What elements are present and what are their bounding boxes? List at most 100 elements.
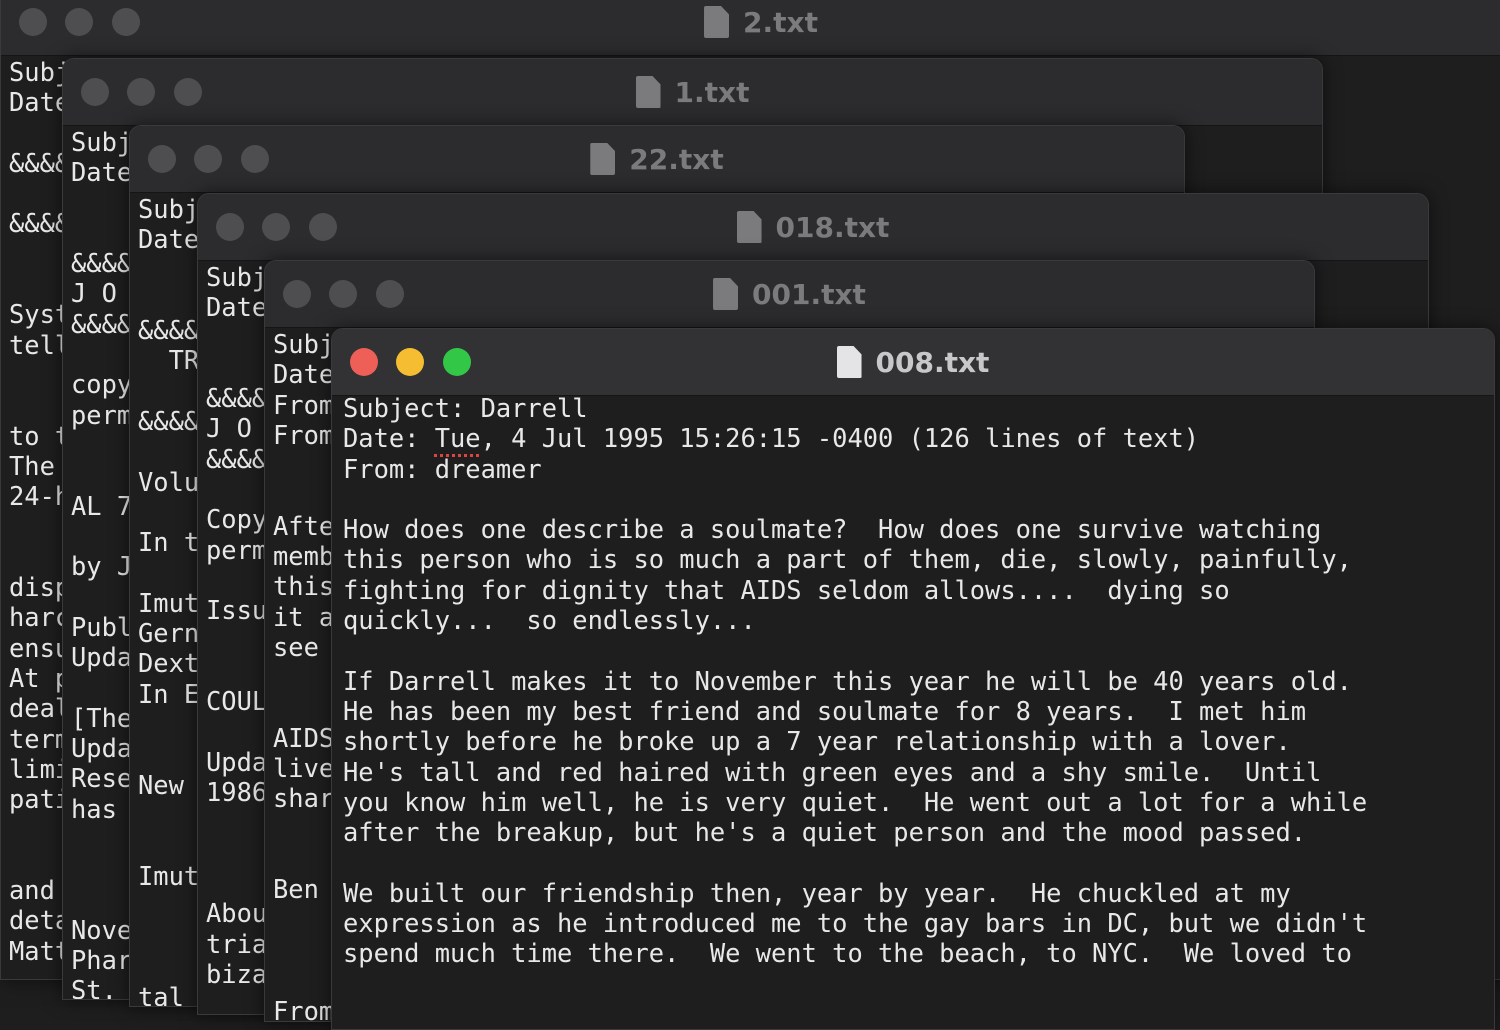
text-line: From bbox=[273, 419, 335, 450]
text-line: Matt bbox=[9, 935, 71, 966]
text-line: &&&& bbox=[138, 406, 200, 437]
text-line: AIDS bbox=[273, 722, 335, 753]
document-icon bbox=[713, 278, 739, 310]
text-line: Upda bbox=[71, 732, 133, 763]
text-line: biza bbox=[206, 958, 268, 989]
text-line: deal bbox=[9, 693, 71, 724]
titlebar[interactable]: 1.txt bbox=[63, 59, 1322, 126]
text-line: to t bbox=[9, 420, 71, 451]
date-value: , 4 Jul 1995 15:26:15 -0400 (126 lines o… bbox=[480, 423, 1200, 454]
text-line: Date bbox=[138, 224, 200, 255]
paragraph-1: How does one describe a soulmate? How do… bbox=[343, 514, 1352, 636]
text-line: &&&& bbox=[206, 443, 268, 474]
titlebar[interactable]: 008.txt bbox=[332, 329, 1494, 396]
text-line: &&&& bbox=[206, 383, 268, 414]
text-line: Ben bbox=[273, 874, 319, 905]
text-line: Imut bbox=[138, 860, 200, 891]
text-line: Issu bbox=[206, 595, 268, 626]
window-title-label: 1.txt bbox=[674, 75, 750, 109]
text-line: shar bbox=[273, 783, 335, 814]
text-line: The bbox=[9, 450, 55, 481]
paragraph-3: We built our friendship then, year by ye… bbox=[343, 877, 1368, 969]
text-line: tell bbox=[9, 329, 71, 360]
text-line: term bbox=[9, 723, 71, 754]
text-line: &&&& bbox=[71, 248, 133, 279]
text-line: Nove bbox=[71, 914, 133, 945]
window-title: 008.txt bbox=[332, 329, 1494, 395]
text-line: St. bbox=[71, 975, 117, 1000]
paragraph-2: If Darrell makes it to November this yea… bbox=[343, 665, 1368, 848]
text-line: Copy bbox=[206, 504, 268, 535]
text-content[interactable]: Subject: Darrell Date: Tue, 4 Jul 1995 1… bbox=[343, 393, 1494, 1029]
text-line: Date bbox=[71, 157, 133, 188]
text-line: has bbox=[71, 793, 117, 824]
text-line: Afte bbox=[273, 510, 335, 541]
text-line: Subj bbox=[9, 57, 71, 87]
text-line: limi bbox=[9, 753, 71, 784]
text-line: From bbox=[273, 389, 335, 420]
text-line: harc bbox=[9, 602, 71, 633]
text-line: tria bbox=[206, 928, 268, 959]
document-icon bbox=[836, 346, 862, 378]
text-line: &&&& bbox=[71, 308, 133, 339]
text-line: 24-h bbox=[9, 481, 71, 512]
window-title: 2.txt bbox=[1, 0, 1500, 55]
text-line: perm bbox=[206, 534, 268, 565]
window-title-label: 2.txt bbox=[743, 5, 818, 39]
from-label: From: bbox=[343, 453, 435, 484]
text-line: copy bbox=[71, 369, 133, 400]
text-line: [The bbox=[71, 702, 133, 733]
text-line: disp bbox=[9, 572, 71, 603]
text-line: Phar bbox=[71, 945, 133, 976]
text-line: &&&& bbox=[9, 147, 71, 178]
text-line: live bbox=[273, 753, 335, 784]
text-line: Gern bbox=[138, 618, 200, 649]
subject-value: Darrell bbox=[480, 393, 588, 423]
text-line: memb bbox=[273, 541, 335, 572]
window-008-txt[interactable]: 008.txt Subject: Darrell Date: Tue, 4 Ju… bbox=[331, 328, 1495, 1030]
window-title-label: 001.txt bbox=[752, 277, 866, 311]
text-line: Subj bbox=[138, 194, 200, 224]
text-line: New bbox=[138, 769, 184, 800]
text-line: ensu bbox=[9, 632, 71, 663]
text-line: From bbox=[273, 995, 335, 1022]
text-line: and bbox=[9, 875, 55, 906]
text-line: Syst bbox=[9, 299, 71, 330]
document-icon bbox=[736, 211, 762, 243]
text-line: Dext bbox=[138, 648, 200, 679]
document-icon bbox=[635, 76, 661, 108]
date-label: Date: bbox=[343, 423, 435, 454]
text-line: Subj bbox=[206, 262, 268, 292]
spellcheck-word[interactable]: Tue bbox=[435, 423, 481, 453]
text-line: Upda bbox=[206, 746, 268, 777]
subject-label: Subject: bbox=[343, 393, 481, 423]
text-line: &&&& bbox=[138, 315, 200, 346]
text-line: Subj bbox=[273, 329, 335, 359]
titlebar[interactable]: 018.txt bbox=[198, 194, 1428, 261]
titlebar[interactable]: 001.txt bbox=[265, 261, 1314, 328]
text-line: &&&& bbox=[9, 208, 71, 239]
text-line: At p bbox=[9, 662, 71, 693]
text-line: J O bbox=[206, 413, 252, 444]
text-line: tal bbox=[138, 981, 184, 1007]
text-line: see bbox=[273, 631, 319, 662]
text-line: it a bbox=[273, 601, 335, 632]
text-line: 1986 bbox=[206, 777, 268, 808]
text-line: Date bbox=[273, 359, 335, 390]
text-line: by J bbox=[71, 551, 133, 582]
text-line: J O bbox=[71, 278, 117, 309]
window-title: 1.txt bbox=[63, 59, 1322, 125]
window-title-label: 22.txt bbox=[629, 142, 724, 176]
window-title-label: 018.txt bbox=[775, 210, 890, 244]
text-line: In t bbox=[138, 527, 200, 558]
text-line: pati bbox=[9, 784, 71, 815]
text-line: Subj bbox=[71, 127, 133, 157]
titlebar[interactable]: 2.txt bbox=[1, 0, 1500, 56]
window-title: 018.txt bbox=[198, 194, 1428, 260]
text-line: In E bbox=[138, 678, 200, 709]
window-title: 22.txt bbox=[130, 126, 1184, 192]
titlebar[interactable]: 22.txt bbox=[130, 126, 1184, 193]
text-line: deta bbox=[9, 905, 71, 936]
text-line: Abou bbox=[206, 898, 268, 929]
text-line: Imut bbox=[138, 587, 200, 618]
